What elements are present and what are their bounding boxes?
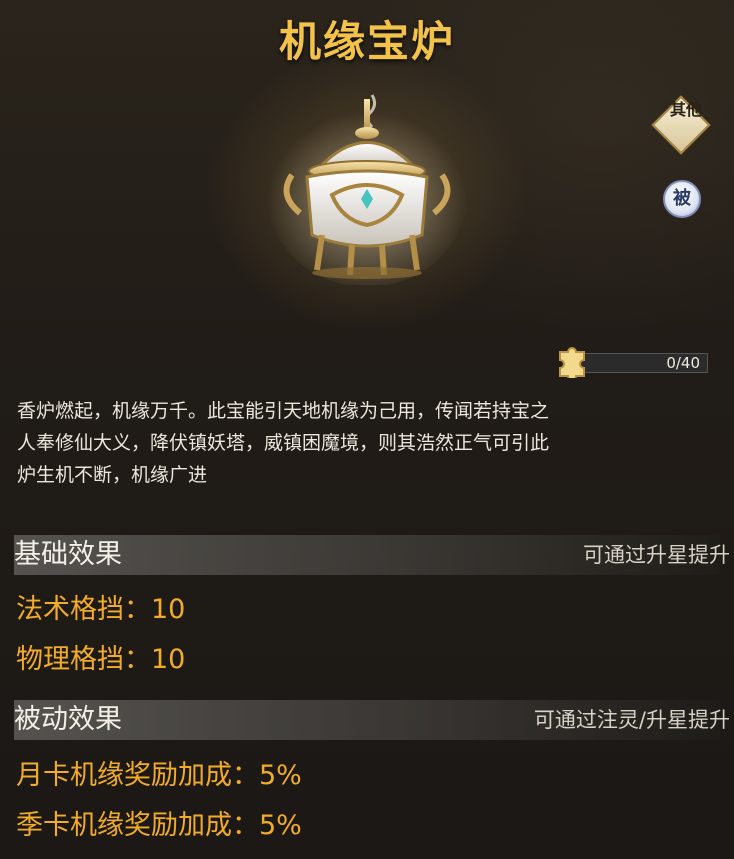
- basic-effect-title: 基础效果: [14, 539, 122, 570]
- description-line: 人奉修仙大义，降伏镇妖塔，威镇困魔境，则其浩然正气可引此: [17, 432, 550, 454]
- passive-effect-header: 被动效果 可通过注灵/升星提升: [14, 700, 730, 740]
- basic-stat-magic-block: 法术格挡：10: [16, 594, 186, 625]
- basic-effect-hint: 可通过升星提升: [583, 543, 730, 567]
- passive-tag-icon[interactable]: 被: [663, 180, 701, 218]
- passive-tag-label: 被: [673, 188, 691, 209]
- incense-burner-icon: [267, 94, 467, 285]
- passive-effect-title: 被动效果: [14, 704, 122, 735]
- description-line: 炉生机不断，机缘广进: [17, 464, 208, 486]
- item-title: 机缘宝炉: [278, 17, 455, 66]
- basic-stat-physical-block: 物理格挡：10: [16, 644, 186, 675]
- description-line: 香炉燃起，机缘万千。此宝能引天地机缘为己用，传闻若持宝之: [17, 400, 550, 422]
- passive-effect-hint: 可通过注灵/升星提升: [533, 708, 730, 732]
- other-tag-label: 其他: [669, 100, 702, 119]
- progress-text: 0/40: [666, 354, 700, 372]
- basic-effect-header: 基础效果 可通过升星提升: [14, 535, 730, 575]
- item-description: 香炉燃起，机缘万千。此宝能引天地机缘为己用，传闻若持宝之 人奉修仙大义，降伏镇妖…: [17, 395, 707, 491]
- passive-stat-quarterly-card: 季卡机缘奖励加成：5%: [16, 810, 302, 841]
- passive-stat-monthly-card: 月卡机缘奖励加成：5%: [16, 760, 302, 791]
